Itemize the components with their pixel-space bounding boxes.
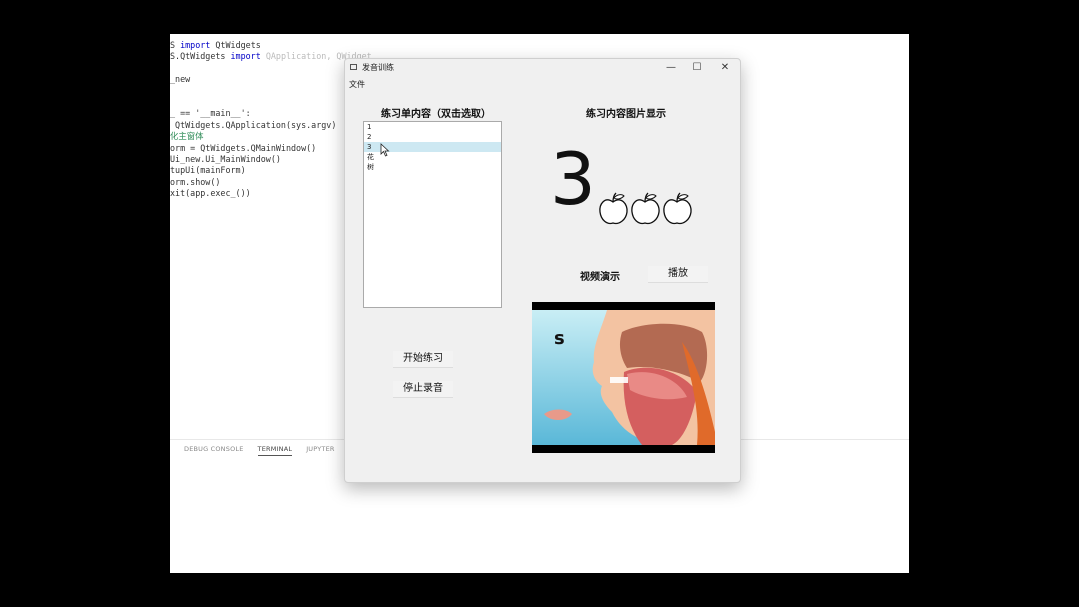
code-line: _ == '__main__':: [170, 108, 372, 119]
panel-tabs: DEBUG CONSOLE TERMINAL JUPYTER: [184, 445, 349, 456]
code-token: import: [180, 40, 211, 50]
display-digit: 3: [550, 137, 596, 221]
code-line: S.QtWidgets import QApplication, QWidget: [170, 51, 372, 62]
stop-recording-button[interactable]: 停止录音: [393, 381, 453, 398]
window-title: 发音训练: [362, 63, 394, 72]
image-label: 练习内容图片显示: [586, 109, 666, 120]
code-line: xit(app.exec_()): [170, 188, 372, 199]
app-icon: [350, 64, 357, 70]
code-token: tupUi(mainForm): [170, 165, 246, 176]
code-token: QtWidgets: [210, 40, 261, 50]
mouth-diagram-image: s: [532, 310, 715, 445]
menu-bar: 文件: [349, 79, 365, 90]
code-line: 化主窗体: [170, 131, 372, 142]
play-button[interactable]: 播放: [648, 266, 708, 283]
list-item[interactable]: 2: [364, 132, 501, 142]
code-editor[interactable]: S import QtWidgets S.QtWidgets import QAp…: [170, 40, 372, 199]
menu-file[interactable]: 文件: [349, 80, 365, 89]
code-line: Ui_new.Ui_MainWindow(): [170, 154, 372, 165]
video-letter: s: [554, 328, 565, 349]
code-line: QtWidgets.QApplication(sys.argv): [170, 120, 372, 131]
code-token: _ == '__main__':: [170, 108, 251, 119]
code-line: orm.show(): [170, 177, 372, 188]
list-label: 练习单内容（双击选取）: [381, 109, 491, 120]
code-line: tupUi(mainForm): [170, 165, 372, 176]
start-practice-button[interactable]: 开始练习: [393, 351, 453, 368]
code-line: _new: [170, 74, 372, 85]
apples-image: [599, 192, 692, 225]
video-player[interactable]: s: [532, 302, 715, 453]
code-token: orm.show(): [170, 176, 221, 187]
code-line: S import QtWidgets: [170, 40, 372, 51]
panel-tab[interactable]: DEBUG CONSOLE: [184, 445, 244, 453]
code-token: import: [230, 51, 261, 62]
code-token: Ui_new.Ui_MainWindow(): [170, 153, 281, 164]
list-item[interactable]: 1: [364, 122, 501, 132]
title-bar[interactable]: 发音训练 — ☐ ✕: [345, 59, 740, 77]
mouse-cursor-icon: [380, 143, 390, 157]
apple-icon: [599, 192, 628, 225]
code-token: 化主窗体: [170, 131, 204, 142]
code-token: S: [170, 40, 181, 50]
close-button[interactable]: ✕: [717, 61, 733, 75]
code-line: orm = QtWidgets.QMainWindow(): [170, 143, 372, 154]
maximize-button[interactable]: ☐: [689, 61, 705, 75]
code-token: orm = QtWidgets.QMainWindow(): [170, 142, 317, 153]
panel-tab[interactable]: TERMINAL: [257, 445, 293, 456]
apple-icon: [631, 192, 660, 225]
list-item[interactable]: 树: [364, 162, 501, 172]
code-token: QtWidgets.QApplication(sys.argv): [170, 119, 337, 130]
code-token: xit(app.exec_()): [170, 188, 251, 199]
apple-icon: [663, 192, 692, 225]
video-label: 视频演示: [580, 272, 620, 283]
code-token: S.QtWidgets: [170, 51, 231, 62]
app-window: 发音训练 — ☐ ✕ 文件 练习单内容（双击选取） 练习内容图片显示 123花树…: [344, 58, 741, 483]
panel-tab[interactable]: JUPYTER: [306, 445, 334, 453]
code-token: _new: [170, 74, 191, 85]
minimize-button[interactable]: —: [663, 61, 679, 75]
